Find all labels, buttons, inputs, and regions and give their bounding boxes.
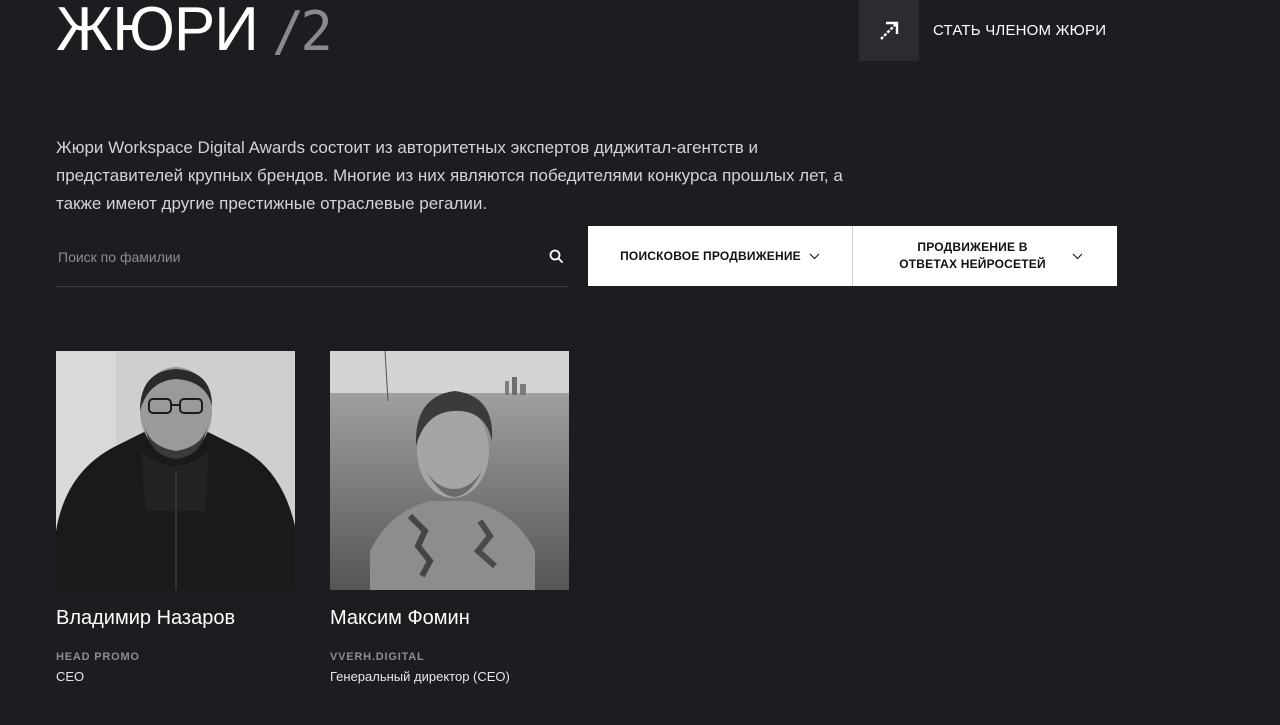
jury-count: /2 bbox=[271, 0, 333, 63]
juror-role: Генеральный директор (CEO) bbox=[330, 669, 510, 684]
page-heading: ЖЮРИ /2 bbox=[56, 0, 333, 70]
filter-bar: ПОИСКОВОЕ ПРОДВИЖЕНИЕ ПРОДВИЖЕНИЕ В ОТВЕ… bbox=[588, 226, 1117, 286]
juror-role: CEO bbox=[56, 669, 85, 684]
search-icon bbox=[549, 249, 563, 263]
search-field bbox=[56, 226, 568, 287]
become-juror-icon-box[interactable] bbox=[859, 0, 919, 61]
juror-name[interactable]: Максим Фомин bbox=[330, 605, 569, 631]
jury-card: Владимир Назаров HEAD PROMO CEO bbox=[56, 351, 295, 684]
juror-photo[interactable] bbox=[330, 351, 569, 590]
arrow-up-right-icon bbox=[880, 21, 899, 40]
filter-ai-answers-promotion[interactable]: ПРОДВИЖЕНИЕ В ОТВЕТАХ НЕЙРОСЕТЕЙ bbox=[852, 226, 1117, 286]
juror-name[interactable]: Владимир Назаров bbox=[56, 605, 295, 631]
jury-page: ЖЮРИ /2 СТАТЬ ЧЛЕНОМ ЖЮРИ Жюри Workspace… bbox=[0, 0, 1280, 725]
search-input[interactable] bbox=[56, 244, 530, 270]
become-juror-label[interactable]: СТАТЬ ЧЛЕНОМ ЖЮРИ bbox=[933, 22, 1106, 39]
chevron-down-icon bbox=[1072, 253, 1083, 260]
filter-search-promotion[interactable]: ПОИСКОВОЕ ПРОДВИЖЕНИЕ bbox=[588, 226, 852, 286]
search-button[interactable] bbox=[546, 246, 566, 266]
jury-description: Жюри Workspace Digital Awards состоит из… bbox=[56, 138, 843, 213]
become-juror-link[interactable]: СТАТЬ ЧЛЕНОМ ЖЮРИ bbox=[859, 0, 1106, 61]
juror-photo[interactable] bbox=[56, 351, 295, 590]
juror-company: HEAD PROMO bbox=[56, 651, 140, 663]
jury-card: Максим Фомин VVERH.DIGITAL Генеральный д… bbox=[330, 351, 569, 684]
juror-company: VVERH.DIGITAL bbox=[330, 651, 425, 663]
chevron-down-icon bbox=[809, 253, 820, 260]
filter-label: ПРОДВИЖЕНИЕ В ОТВЕТАХ НЕЙРОСЕТЕЙ bbox=[899, 240, 1046, 271]
page-title: ЖЮРИ bbox=[56, 0, 259, 64]
filter-label: ПОИСКОВОЕ ПРОДВИЖЕНИЕ bbox=[620, 248, 801, 263]
